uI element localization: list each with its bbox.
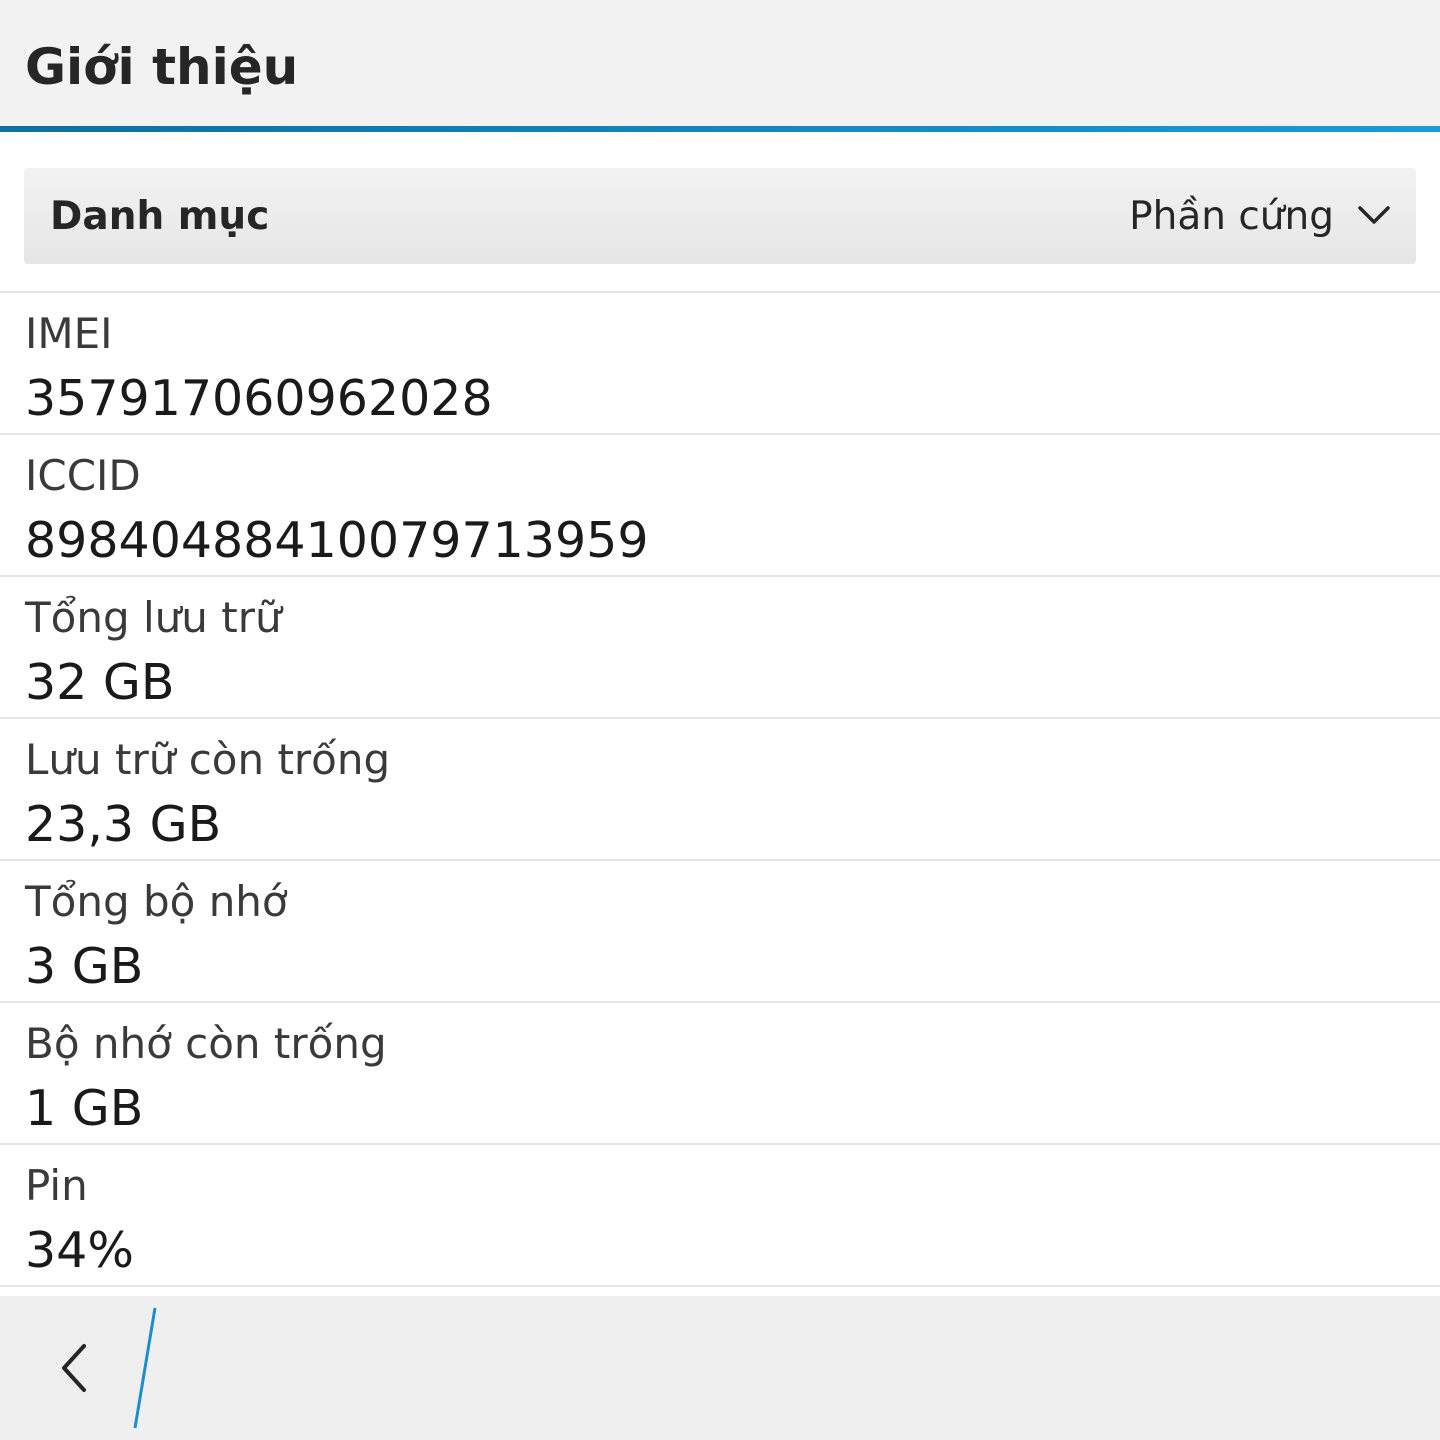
info-label: ICCID xyxy=(25,451,141,500)
info-value: 32 GB xyxy=(25,654,175,711)
action-bar-slash-divider xyxy=(133,1307,157,1429)
info-label: Tổng lưu trữ xyxy=(25,593,282,642)
info-row-total-memory: Tổng bộ nhớ 3 GB xyxy=(0,861,1440,1001)
info-row-free-storage: Lưu trữ còn trống 23,3 GB xyxy=(0,719,1440,859)
info-row-imei: IMEI 357917060962028 xyxy=(0,293,1440,433)
info-value: 3 GB xyxy=(25,938,144,995)
info-label: Lưu trữ còn trống xyxy=(25,735,391,784)
about-screen: Giới thiệu Danh mục Phần cứng IMEI 35791… xyxy=(0,0,1440,1440)
info-label: Tổng bộ nhớ xyxy=(25,877,288,926)
action-bar xyxy=(0,1296,1440,1440)
title-bar: Giới thiệu xyxy=(0,0,1440,126)
info-label: Pin xyxy=(25,1161,88,1210)
category-label: Danh mục xyxy=(50,194,270,239)
info-value: 357917060962028 xyxy=(25,370,493,427)
info-row-iccid: ICCID 89840488410079713959 xyxy=(0,435,1440,575)
page-title: Giới thiệu xyxy=(25,38,299,96)
info-value: 1 GB xyxy=(25,1080,144,1137)
chevron-down-icon xyxy=(1358,206,1390,224)
info-value: 23,3 GB xyxy=(25,796,222,853)
list-divider xyxy=(0,1285,1440,1287)
info-value: 34% xyxy=(25,1222,134,1279)
category-dropdown[interactable]: Danh mục Phần cứng xyxy=(24,168,1416,264)
info-row-battery: Pin 34% xyxy=(0,1145,1440,1285)
back-button[interactable] xyxy=(40,1328,120,1408)
title-accent-line xyxy=(0,126,1440,132)
info-value: 89840488410079713959 xyxy=(25,512,649,569)
info-label: IMEI xyxy=(25,309,113,358)
info-row-free-memory: Bộ nhớ còn trống 1 GB xyxy=(0,1003,1440,1143)
info-label: Bộ nhớ còn trống xyxy=(25,1019,387,1068)
info-row-total-storage: Tổng lưu trữ 32 GB xyxy=(0,577,1440,717)
chevron-left-icon xyxy=(62,1344,86,1392)
category-selected-value: Phần cứng xyxy=(1129,194,1334,239)
